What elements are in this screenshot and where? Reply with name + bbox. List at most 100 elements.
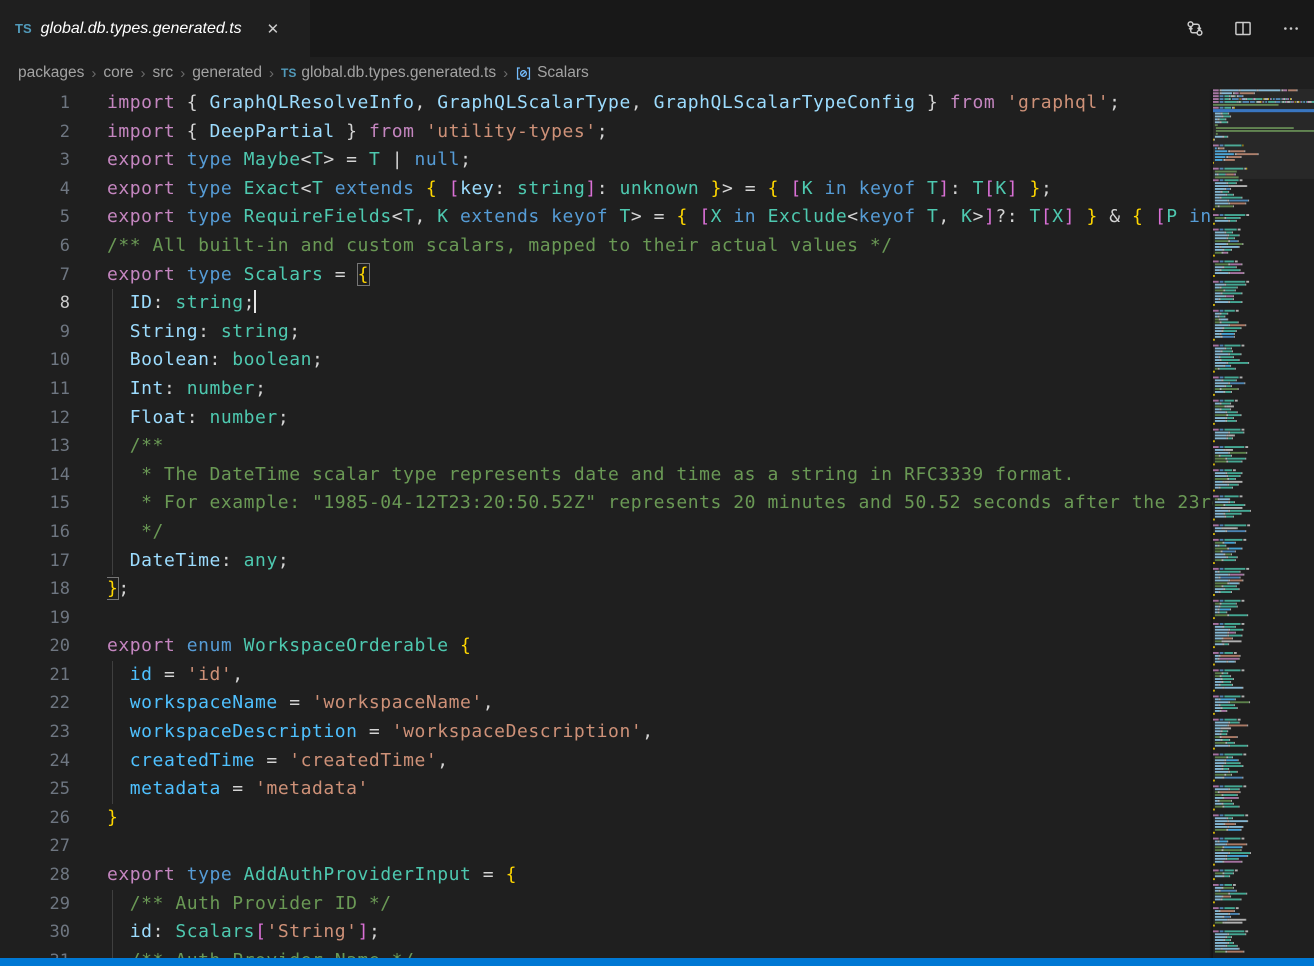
tab-global-db-types[interactable]: TS global.db.types.generated.ts ✕ — [0, 0, 310, 57]
code-line[interactable]: 11 Int: number; — [0, 375, 1213, 404]
code-text[interactable]: ID: string; — [107, 289, 1213, 318]
breadcrumb-item-generated[interactable]: generated — [192, 64, 262, 82]
code-text[interactable]: String: string; — [107, 318, 1213, 347]
line-number[interactable]: 1 — [0, 89, 70, 118]
code-text[interactable]: workspaceDescription = 'workspaceDescrip… — [107, 718, 1213, 747]
line-number[interactable]: 26 — [0, 804, 70, 833]
code-text[interactable]: DateTime: any; — [107, 547, 1213, 576]
code-text[interactable]: Boolean: boolean; — [107, 346, 1213, 375]
code-line[interactable]: 6 /** All built-in and custom scalars, ma… — [0, 232, 1213, 261]
code-line[interactable]: 30 id: Scalars['String']; — [0, 918, 1213, 947]
minimap[interactable] — [1213, 89, 1314, 958]
code-text[interactable]: }; — [107, 575, 1213, 604]
code-text[interactable]: id = 'id', — [107, 661, 1213, 690]
line-number[interactable]: 3 — [0, 146, 70, 175]
code-text[interactable]: Int: number; — [107, 375, 1213, 404]
code-line[interactable]: 20 export enum WorkspaceOrderable { — [0, 632, 1213, 661]
line-number[interactable]: 8 — [0, 289, 70, 318]
line-number[interactable]: 17 — [0, 547, 70, 576]
more-actions-icon[interactable] — [1282, 20, 1300, 38]
code-text[interactable]: export enum WorkspaceOrderable { — [107, 632, 1213, 661]
code-text[interactable]: export type Scalars = { — [107, 261, 1213, 290]
code-line[interactable]: 13 /** — [0, 432, 1213, 461]
line-number[interactable]: 28 — [0, 861, 70, 890]
code-text[interactable]: Float: number; — [107, 404, 1213, 433]
split-editor-icon[interactable] — [1234, 20, 1252, 38]
code-text[interactable]: * The DateTime scalar type represents da… — [107, 461, 1213, 490]
code-line[interactable]: 31 /** Auth Provider Name */ — [0, 947, 1213, 958]
line-number[interactable]: 23 — [0, 718, 70, 747]
code-text[interactable]: export type AddAuthProviderInput = { — [107, 861, 1213, 890]
line-number[interactable]: 29 — [0, 890, 70, 919]
code-line[interactable]: 12 Float: number; — [0, 404, 1213, 433]
line-number[interactable]: 16 — [0, 518, 70, 547]
code-line[interactable]: 14 * The DateTime scalar type represents… — [0, 461, 1213, 490]
code-line[interactable]: 28 export type AddAuthProviderInput = { — [0, 861, 1213, 890]
code-text[interactable]: */ — [107, 518, 1213, 547]
code-line[interactable]: 21 id = 'id', — [0, 661, 1213, 690]
code-line[interactable]: 27 — [0, 832, 1213, 861]
code-line[interactable]: 24 createdTime = 'createdTime', — [0, 747, 1213, 776]
line-number[interactable]: 25 — [0, 775, 70, 804]
breadcrumb-item-core[interactable]: core — [103, 64, 133, 82]
code-text[interactable]: /** Auth Provider Name */ — [107, 947, 1213, 958]
code-line[interactable]: 26} — [0, 804, 1213, 833]
code-line[interactable]: 5 export type RequireFields<T, K extends … — [0, 203, 1213, 232]
line-number[interactable]: 9 — [0, 318, 70, 347]
code-text[interactable]: /** All built-in and custom scalars, map… — [107, 232, 1213, 261]
close-icon[interactable]: ✕ — [263, 18, 284, 40]
line-number[interactable]: 5 — [0, 203, 70, 232]
code-line[interactable]: 2 import { DeepPartial } from 'utility-ty… — [0, 118, 1213, 147]
line-number[interactable]: 14 — [0, 461, 70, 490]
line-number[interactable]: 15 — [0, 489, 70, 518]
code-line[interactable]: 7 export type Scalars = { — [0, 261, 1213, 290]
code-line[interactable]: 4 export type Exact<T extends { [key: str… — [0, 175, 1213, 204]
line-number[interactable]: 2 — [0, 118, 70, 147]
code-text[interactable]: /** Auth Provider ID */ — [107, 890, 1213, 919]
code-line[interactable]: 10 Boolean: boolean; — [0, 346, 1213, 375]
line-number[interactable]: 21 — [0, 661, 70, 690]
line-number[interactable]: 11 — [0, 375, 70, 404]
code-line[interactable]: 17 DateTime: any; — [0, 547, 1213, 576]
code-text[interactable]: export type Exact<T extends { [key: stri… — [107, 175, 1213, 204]
code-line[interactable]: 8 ID: string; — [0, 289, 1213, 318]
code-line[interactable]: 25 metadata = 'metadata' — [0, 775, 1213, 804]
code-line[interactable]: 16 */ — [0, 518, 1213, 547]
line-number[interactable]: 30 — [0, 918, 70, 947]
line-number[interactable]: 22 — [0, 689, 70, 718]
code-line[interactable]: 29 /** Auth Provider ID */ — [0, 890, 1213, 919]
code-text[interactable]: import { GraphQLResolveInfo, GraphQLScal… — [107, 89, 1213, 118]
code-line[interactable]: 3export type Maybe<T> = T | null; — [0, 146, 1213, 175]
code-line[interactable]: 1 import { GraphQLResolveInfo, GraphQLSca… — [0, 89, 1213, 118]
line-number[interactable]: 4 — [0, 175, 70, 204]
line-number[interactable]: 27 — [0, 832, 70, 861]
code-text[interactable]: export type RequireFields<T, K extends k… — [107, 203, 1213, 232]
line-number[interactable]: 10 — [0, 346, 70, 375]
code-text[interactable]: /** — [107, 432, 1213, 461]
line-number[interactable]: 20 — [0, 632, 70, 661]
code-text[interactable]: import { DeepPartial } from 'utility-typ… — [107, 118, 1213, 147]
code-line[interactable]: 22 workspaceName = 'workspaceName', — [0, 689, 1213, 718]
code-text[interactable]: metadata = 'metadata' — [107, 775, 1213, 804]
line-number[interactable]: 6 — [0, 232, 70, 261]
code-line[interactable]: 19 — [0, 604, 1213, 633]
line-number[interactable]: 18 — [0, 575, 70, 604]
breadcrumb-item-symbol-scalars[interactable]: Scalars — [515, 64, 589, 82]
line-number[interactable]: 7 — [0, 261, 70, 290]
line-number[interactable]: 13 — [0, 432, 70, 461]
breadcrumb-item-src[interactable]: src — [153, 64, 174, 82]
code-text[interactable]: } — [107, 804, 1213, 833]
code-text[interactable]: * For example: "1985-04-12T23:20:50.52Z"… — [107, 489, 1213, 518]
code-line[interactable]: 23 workspaceDescription = 'workspaceDesc… — [0, 718, 1213, 747]
code-line[interactable]: 18}; — [0, 575, 1213, 604]
breadcrumb-item-packages[interactable]: packages — [18, 64, 84, 82]
breadcrumb-item-file[interactable]: TS global.db.types.generated.ts — [281, 64, 496, 82]
line-number[interactable]: 24 — [0, 747, 70, 776]
line-number[interactable]: 19 — [0, 604, 70, 633]
open-changes-icon[interactable] — [1186, 20, 1204, 38]
line-number[interactable]: 12 — [0, 404, 70, 433]
line-number[interactable]: 31 — [0, 947, 70, 958]
code-text[interactable]: id: Scalars['String']; — [107, 918, 1213, 947]
code-text[interactable]: workspaceName = 'workspaceName', — [107, 689, 1213, 718]
code-editor[interactable]: 1 import { GraphQLResolveInfo, GraphQLSca… — [0, 89, 1213, 958]
